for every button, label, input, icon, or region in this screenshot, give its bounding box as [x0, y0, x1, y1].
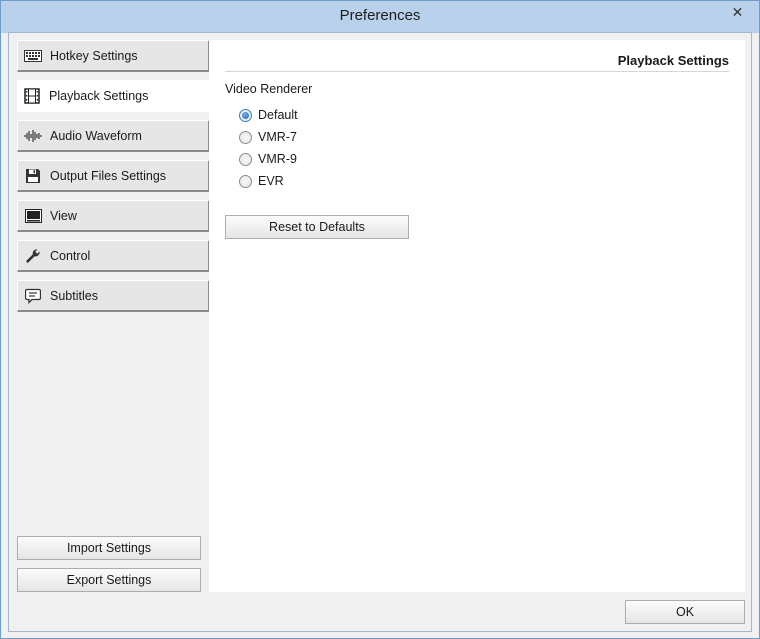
speech-bubble-icon [24, 288, 42, 304]
close-button[interactable]: ✕ [721, 2, 754, 22]
sidebar-item-label: Playback Settings [49, 89, 149, 103]
export-settings-button[interactable]: Export Settings [17, 568, 201, 592]
sidebar-item-label: Audio Waveform [50, 128, 142, 143]
sidebar-item-label: Control [50, 248, 91, 263]
radio-label: Default [258, 108, 298, 122]
reset-to-defaults-button[interactable]: Reset to Defaults [225, 215, 409, 239]
radio-vmr-7[interactable]: VMR-7 [239, 128, 297, 146]
radio-vmr-9[interactable]: VMR-9 [239, 150, 297, 168]
ok-button[interactable]: OK [625, 600, 745, 624]
radio-checked-dot [242, 111, 249, 119]
radio-indicator [239, 108, 252, 122]
sidebar-item-audio-waveform[interactable]: Audio Waveform [17, 120, 210, 152]
radio-label: VMR-9 [258, 152, 297, 166]
waveform-icon [24, 128, 42, 144]
window-title: Preferences [339, 7, 421, 24]
wrench-icon [24, 248, 42, 264]
sidebar-item-output-files-settings[interactable]: Output Files Settings [17, 160, 210, 192]
keyboard-icon [24, 48, 42, 64]
film-icon [23, 88, 41, 104]
title-bar[interactable]: Preferences ✕ [1, 1, 759, 33]
sidebar-item-control[interactable]: Control [17, 240, 210, 272]
panel-title: Playback Settings [617, 53, 729, 68]
sidebar-item-hotkey-settings[interactable]: Hotkey Settings [17, 40, 210, 72]
sidebar-item-label: Hotkey Settings [50, 48, 138, 63]
sidebar-item-subtitles[interactable]: Subtitles [17, 280, 210, 312]
radio-label: VMR-7 [258, 130, 297, 144]
sidebar-item-view[interactable]: View [17, 200, 210, 232]
radio-indicator [239, 152, 252, 166]
title-divider [225, 71, 729, 72]
view-icon [24, 208, 42, 224]
video-renderer-label: Video Renderer [225, 82, 313, 96]
preferences-window: Preferences ✕ Hotkey Settings Playback S… [0, 0, 760, 639]
settings-panel: Playback Settings Video Renderer Default… [209, 40, 745, 592]
radio-default[interactable]: Default [239, 106, 298, 124]
client-area: Hotkey Settings Playback Settings Audio … [8, 32, 752, 632]
close-icon: ✕ [731, 3, 744, 20]
sidebar-item-playback-settings[interactable]: Playback Settings [17, 80, 210, 112]
sidebar-item-label: Subtitles [50, 288, 98, 303]
sidebar-item-label: Output Files Settings [50, 168, 167, 183]
radio-indicator [239, 130, 252, 144]
import-settings-button[interactable]: Import Settings [17, 536, 201, 560]
radio-evr[interactable]: EVR [239, 172, 284, 190]
radio-label: EVR [258, 174, 284, 188]
radio-indicator [239, 174, 252, 188]
floppy-disk-icon [24, 168, 42, 184]
sidebar-item-label: View [50, 208, 77, 223]
